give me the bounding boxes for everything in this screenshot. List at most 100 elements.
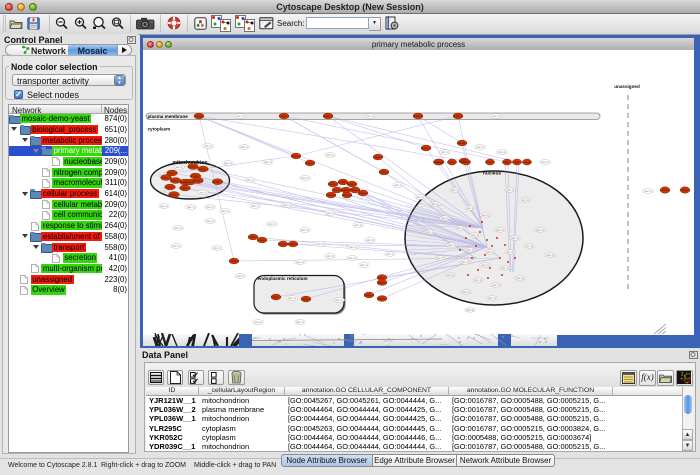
svg-text:(YDR00...): (YDR00...): [512, 162, 523, 164]
svg-text:(YDR00...): (YDR00...): [680, 190, 691, 192]
svg-text:nucleus: nucleus: [483, 171, 501, 177]
svg-text:(abc-1): (abc-1): [199, 192, 207, 195]
svg-text:(abc-1): (abc-1): [366, 115, 374, 118]
svg-text:(abc-1): (abc-1): [451, 189, 459, 192]
svg-text:(YDR00...): (YDR00...): [271, 297, 282, 299]
svg-text:plasma membrane: plasma membrane: [148, 114, 189, 119]
svg-text:(abc-1): (abc-1): [436, 257, 444, 260]
svg-text:(YDR00...): (YDR00...): [198, 169, 209, 171]
svg-text:(abc-1): (abc-1): [213, 247, 221, 250]
svg-text:(abc-1): (abc-1): [360, 264, 368, 267]
svg-text:(abc-1): (abc-1): [394, 184, 402, 187]
svg-text:(abc-1): (abc-1): [461, 261, 469, 264]
svg-text:(abc-1): (abc-1): [546, 254, 554, 257]
svg-text:(abc-1): (abc-1): [498, 151, 506, 154]
svg-text:(YDR00...): (YDR00...): [457, 143, 468, 145]
svg-text:(YDR00...): (YDR00...): [194, 116, 205, 118]
svg-text:unassigned: unassigned: [614, 84, 640, 89]
svg-text:(abc-1): (abc-1): [476, 146, 484, 149]
svg-text:(YDR00...): (YDR00...): [248, 237, 259, 239]
svg-text:(abc-1): (abc-1): [488, 297, 496, 300]
svg-text:(abc-1): (abc-1): [516, 277, 524, 280]
svg-text:(abc-1): (abc-1): [296, 321, 304, 324]
svg-text:(abc-1): (abc-1): [525, 245, 533, 248]
svg-text:(abc-1): (abc-1): [296, 261, 304, 264]
svg-text:(abc-1): (abc-1): [240, 146, 248, 149]
svg-text:(YDR00...): (YDR00...): [212, 182, 223, 184]
svg-text:(YDR00...): (YDR00...): [461, 162, 472, 164]
svg-text:(abc-1): (abc-1): [492, 284, 500, 287]
svg-text:(YDR00...): (YDR00...): [190, 176, 201, 178]
svg-text:(YDR00...): (YDR00...): [453, 116, 464, 118]
svg-text:(abc-1): (abc-1): [221, 210, 229, 213]
svg-text:(YDR00...): (YDR00...): [305, 163, 316, 165]
svg-text:(abc-1): (abc-1): [316, 243, 324, 246]
svg-text:(YDR00...): (YDR00...): [377, 298, 388, 300]
svg-text:(abc-1): (abc-1): [326, 255, 334, 258]
svg-text:(YDR00...): (YDR00...): [364, 295, 375, 297]
svg-text:(abc-1): (abc-1): [474, 279, 482, 282]
svg-text:(abc-1): (abc-1): [506, 251, 514, 254]
svg-text:(abc-1): (abc-1): [386, 253, 394, 256]
svg-text:(abc-1): (abc-1): [264, 161, 272, 164]
svg-text:(abc-1): (abc-1): [431, 203, 439, 206]
svg-text:(YDR00...): (YDR00...): [413, 116, 424, 118]
svg-text:(YDR00...): (YDR00...): [291, 156, 302, 158]
svg-text:(abc-1): (abc-1): [416, 196, 424, 199]
svg-text:(abc-1): (abc-1): [471, 234, 479, 237]
svg-text:(abc-1): (abc-1): [326, 154, 334, 157]
svg-text:(abc-1): (abc-1): [175, 166, 183, 169]
svg-text:(abc-1): (abc-1): [236, 275, 244, 278]
svg-text:(YDR00...): (YDR00...): [278, 244, 289, 246]
svg-text:(abc-1): (abc-1): [448, 244, 456, 247]
svg-text:(YDR00...): (YDR00...): [323, 116, 334, 118]
svg-text:endoplasmic reticulum: endoplasmic reticulum: [258, 276, 308, 281]
svg-text:(YDR00...): (YDR00...): [377, 282, 388, 284]
svg-text:(abc-1): (abc-1): [462, 291, 470, 294]
svg-text:(abc-1): (abc-1): [326, 212, 334, 215]
svg-text:(YDR00...): (YDR00...): [301, 299, 312, 301]
svg-text:(abc-1): (abc-1): [348, 257, 356, 260]
svg-text:(YDR00...): (YDR00...): [165, 187, 176, 189]
svg-text:(YDR00...): (YDR00...): [485, 162, 496, 164]
svg-text:(YDR00...): (YDR00...): [188, 166, 199, 168]
svg-text:(abc-1): (abc-1): [481, 214, 489, 217]
svg-text:(abc-1): (abc-1): [506, 189, 514, 192]
svg-text:(YDR00...): (YDR00...): [180, 188, 191, 190]
svg-text:(abc-1): (abc-1): [481, 264, 489, 267]
svg-text:(YDR00...): (YDR00...): [433, 162, 444, 164]
svg-text:(abc-1): (abc-1): [501, 267, 509, 270]
svg-text:(abc-1): (abc-1): [172, 245, 180, 248]
svg-text:(YDR00...): (YDR00...): [421, 148, 432, 150]
svg-text:(abc-1): (abc-1): [426, 231, 434, 234]
svg-text:(abc-1): (abc-1): [511, 237, 519, 240]
svg-text:(abc-1): (abc-1): [466, 249, 474, 252]
svg-text:(YDR00...): (YDR00...): [229, 261, 240, 263]
svg-text:(YDR00...): (YDR00...): [358, 193, 369, 195]
svg-text:(abc-1): (abc-1): [486, 251, 494, 254]
svg-text:(abc-1): (abc-1): [446, 274, 454, 277]
svg-text:(YDR00...): (YDR00...): [193, 180, 204, 182]
svg-text:(YDR00...): (YDR00...): [373, 157, 384, 159]
svg-text:(YDR00...): (YDR00...): [279, 116, 290, 118]
svg-text:(abc-1): (abc-1): [236, 115, 244, 118]
svg-text:(abc-1): (abc-1): [441, 151, 449, 154]
svg-text:(YDR00...): (YDR00...): [169, 194, 180, 196]
svg-text:(YDR00...): (YDR00...): [161, 177, 172, 179]
svg-text:(abc-1): (abc-1): [187, 206, 195, 209]
svg-text:(abc-1): (abc-1): [441, 217, 449, 220]
svg-text:(abc-1): (abc-1): [496, 229, 504, 232]
svg-text:(abc-1): (abc-1): [206, 206, 214, 209]
svg-text:cytoplasm: cytoplasm: [148, 127, 171, 132]
svg-text:(abc-1): (abc-1): [251, 205, 259, 208]
svg-text:(YDR00...): (YDR00...): [326, 195, 337, 197]
svg-text:(abc-1): (abc-1): [254, 321, 262, 324]
svg-text:(YDR00...): (YDR00...): [379, 172, 390, 174]
svg-text:(YDR00...): (YDR00...): [257, 240, 268, 242]
svg-text:(abc-1): (abc-1): [301, 229, 309, 232]
svg-text:(YDR00...): (YDR00...): [502, 162, 513, 164]
svg-text:(abc-1): (abc-1): [335, 299, 343, 302]
svg-text:(abc-1): (abc-1): [246, 179, 254, 182]
svg-text:(abc-1): (abc-1): [536, 229, 544, 232]
svg-text:(abc-1): (abc-1): [160, 205, 168, 208]
